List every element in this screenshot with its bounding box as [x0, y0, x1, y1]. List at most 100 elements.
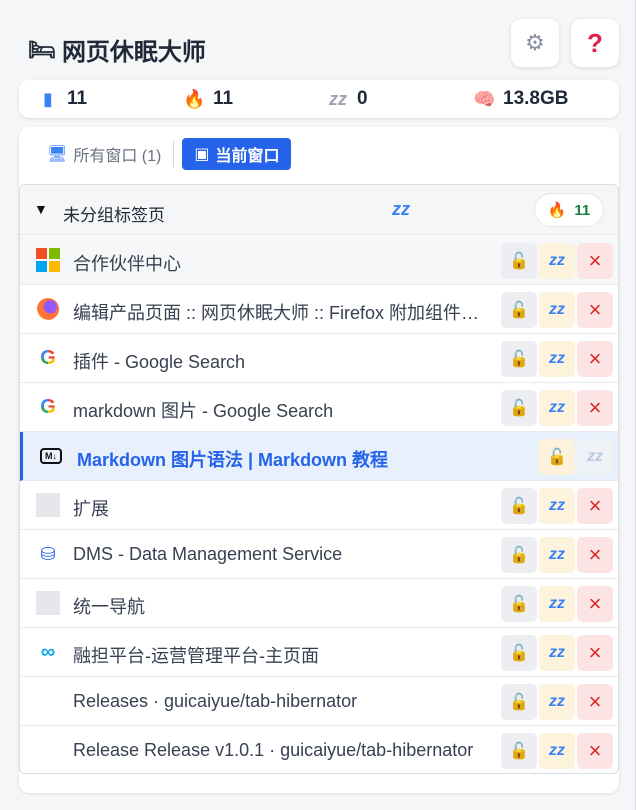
- tab-title[interactable]: 统一导航: [73, 593, 485, 619]
- sleep-button[interactable]: zz: [539, 586, 575, 622]
- microsoft-icon: [36, 248, 60, 272]
- close-button[interactable]: ×: [577, 684, 613, 720]
- tab-title[interactable]: DMS - Data Management Service: [73, 544, 485, 565]
- close-button[interactable]: ×: [577, 733, 613, 769]
- tab-title[interactable]: Releases · guicaiyue/tab-hibernator: [73, 691, 485, 712]
- tab-all-windows[interactable]: 🖥 所有窗口 (1): [43, 138, 171, 170]
- tab-title[interactable]: 编辑产品页面 :: 网页休眠大师 :: Firefox 附加组件工作坊: [73, 299, 485, 325]
- unlock-icon: 🔓: [509, 253, 529, 270]
- unlock-icon: 🔓: [509, 645, 529, 662]
- close-icon: ×: [588, 248, 602, 273]
- tab-row[interactable]: 扩展 🔓 zz ×: [20, 481, 618, 530]
- monitor-icon: 🖥: [47, 146, 68, 163]
- sleep-button[interactable]: zz: [539, 537, 575, 573]
- lock-button[interactable]: 🔓: [539, 439, 575, 475]
- group-sleep-button[interactable]: zz: [392, 199, 410, 220]
- blank-page-icon: [36, 493, 60, 517]
- lock-button[interactable]: 🔓: [501, 390, 537, 426]
- stat-total-value: 11: [67, 88, 88, 109]
- unlock-icon: 🔓: [509, 743, 529, 760]
- unlock-icon: 🔓: [547, 449, 567, 466]
- sleep-button[interactable]: zz: [539, 733, 575, 769]
- tab-row[interactable]: 合作伙伴中心 🔓 zz ×: [20, 236, 618, 285]
- tab-row[interactable]: 编辑产品页面 :: 网页休眠大师 :: Firefox 附加组件工作坊 🔓 zz…: [20, 285, 618, 334]
- close-icon: ×: [588, 738, 602, 763]
- lock-button[interactable]: 🔓: [501, 635, 537, 671]
- group-header[interactable]: ▼ 未分组标签页 zz 🔥 11: [20, 185, 618, 235]
- fire-icon: 🔥: [547, 202, 567, 219]
- app-title: 🛏 网页休眠大师: [28, 32, 206, 67]
- close-button[interactable]: ×: [577, 537, 613, 573]
- tab-list: 合作伙伴中心 🔓 zz × 编辑产品页面 :: 网页休眠大师 :: Firefo…: [20, 236, 618, 773]
- close-button[interactable]: ×: [577, 635, 613, 671]
- gear-icon: ⚙: [525, 30, 545, 55]
- sleep-button[interactable]: zz: [539, 341, 575, 377]
- tab-row[interactable]: Release Release v1.0.1 · guicaiyue/tab-h…: [20, 726, 618, 773]
- question-icon: ?: [587, 27, 603, 58]
- bed-icon: 🛏: [28, 36, 56, 62]
- caret-down-icon[interactable]: ▼: [34, 201, 48, 217]
- close-button[interactable]: ×: [577, 390, 613, 426]
- lock-button[interactable]: 🔓: [501, 586, 537, 622]
- unlock-icon: 🔓: [509, 694, 529, 711]
- sleep-button[interactable]: zz: [539, 243, 575, 279]
- tab-title[interactable]: Markdown 图片语法 | Markdown 教程: [77, 446, 517, 472]
- close-button[interactable]: ×: [577, 488, 613, 524]
- close-button[interactable]: ×: [577, 243, 613, 279]
- close-button[interactable]: ×: [577, 341, 613, 377]
- markdown-icon: M↓: [39, 444, 63, 468]
- settings-button[interactable]: ⚙: [511, 19, 559, 67]
- tab-title[interactable]: 合作伙伴中心: [73, 250, 485, 276]
- lock-button[interactable]: 🔓: [501, 341, 537, 377]
- sleep-button[interactable]: zz: [539, 390, 575, 426]
- tab-row[interactable]: ⛁ DMS - Data Management Service 🔓 zz ×: [20, 530, 618, 579]
- tab-group: ▼ 未分组标签页 zz 🔥 11 合作伙伴中心 🔓 zz × 编辑产品页面::…: [19, 184, 619, 774]
- help-button[interactable]: ?: [571, 19, 619, 67]
- tab-current-window[interactable]: ▣ 当前窗口: [182, 138, 292, 170]
- lock-button[interactable]: 🔓: [501, 488, 537, 524]
- tab-title[interactable]: Release Release v1.0.1 · guicaiyue/tab-h…: [73, 740, 485, 761]
- blank-page-icon: [36, 591, 60, 615]
- lock-button[interactable]: 🔓: [501, 537, 537, 573]
- close-icon: ×: [588, 542, 602, 567]
- tab-row[interactable]: ∞ 融担平台-运营管理平台-主页面 🔓 zz ×: [20, 628, 618, 677]
- lock-button[interactable]: 🔓: [501, 243, 537, 279]
- infinity-icon: ∞: [40, 640, 56, 663]
- popup-panel: 🛏 网页休眠大师 ⚙ ? ▮ 11 🔥 11 zz 0 🧠 13.8GB 🖥 所…: [0, 0, 636, 810]
- zzz-icon: zz: [549, 693, 565, 710]
- tab-title[interactable]: 融担平台-运营管理平台-主页面: [73, 642, 485, 668]
- sleep-button[interactable]: zz: [539, 684, 575, 720]
- tab-row-active[interactable]: M↓ Markdown 图片语法 | Markdown 教程 🔓 zz: [20, 432, 618, 481]
- close-button[interactable]: ×: [577, 292, 613, 328]
- group-title: 未分组标签页: [63, 206, 165, 225]
- tab-title[interactable]: 扩展: [73, 495, 485, 521]
- tab-row[interactable]: Releases · guicaiyue/tab-hibernator 🔓 zz…: [20, 677, 618, 726]
- tab-all-windows-label: 所有窗口 (1): [73, 148, 162, 165]
- sleep-button[interactable]: zz: [539, 292, 575, 328]
- lock-button[interactable]: 🔓: [501, 292, 537, 328]
- dms-icon: ⛁: [40, 543, 56, 564]
- sleep-button[interactable]: zz: [539, 488, 575, 524]
- tab-title[interactable]: 插件 - Google Search: [73, 348, 485, 374]
- stats-bar: ▮ 11 🔥 11 zz 0 🧠 13.8GB: [19, 80, 619, 118]
- bar-chart-icon: ▮: [43, 88, 53, 109]
- zzz-icon: zz: [549, 546, 565, 563]
- unlock-icon: 🔓: [509, 351, 529, 368]
- stat-active: 🔥 11: [183, 88, 233, 110]
- stat-memory-value: 13.8GB: [503, 88, 569, 109]
- tab-row[interactable]: 统一导航 🔓 zz ×: [20, 579, 618, 628]
- close-button[interactable]: ×: [577, 586, 613, 622]
- tab-title[interactable]: markdown 图片 - Google Search: [73, 397, 485, 423]
- app-title-text: 网页休眠大师: [61, 39, 206, 66]
- sleep-button[interactable]: zz: [577, 439, 613, 475]
- lock-button[interactable]: 🔓: [501, 684, 537, 720]
- group-count-value: 11: [574, 201, 591, 219]
- tab-row[interactable]: G markdown 图片 - Google Search 🔓 zz ×: [20, 383, 618, 432]
- zzz-icon: zz: [549, 252, 565, 269]
- group-count-badge: 🔥 11: [534, 193, 604, 227]
- lock-button[interactable]: 🔓: [501, 733, 537, 769]
- sleep-button[interactable]: zz: [539, 635, 575, 671]
- fire-icon: 🔥: [183, 88, 206, 109]
- tab-row[interactable]: G 插件 - Google Search 🔓 zz ×: [20, 334, 618, 383]
- unlock-icon: 🔓: [509, 596, 529, 613]
